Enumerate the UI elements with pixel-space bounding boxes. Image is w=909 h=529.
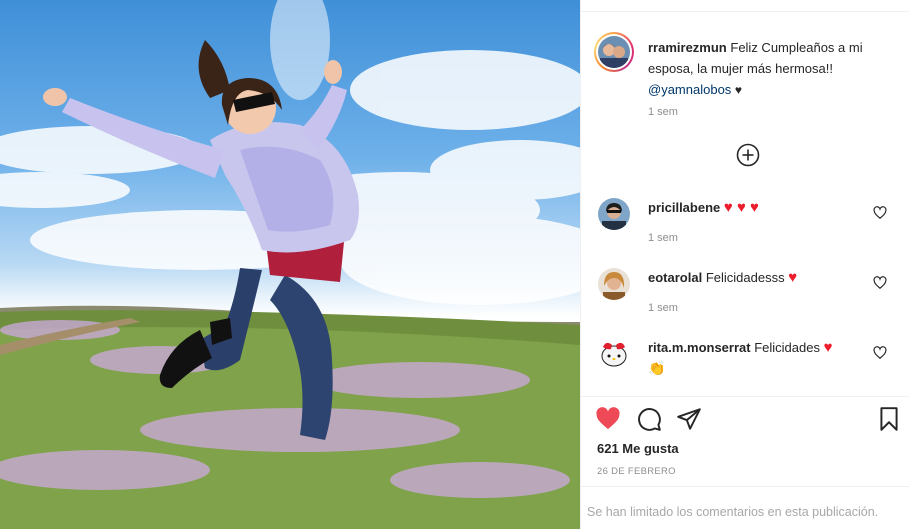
- red-heart-emoji: ♥: [788, 269, 798, 286]
- comment-heart-icon[interactable]: [873, 276, 887, 290]
- photo-illustration: [0, 0, 580, 529]
- bookmark-icon[interactable]: [876, 406, 902, 432]
- comment-item: eotarolal Felicidadesss ♥: [648, 267, 868, 288]
- comment-heart-icon[interactable]: [873, 346, 887, 360]
- red-heart-emoji: ♥: [823, 339, 833, 356]
- comment-item: rita.m.monserrat Felicidades ♥ 👏: [648, 337, 868, 379]
- header-divider: [581, 11, 909, 12]
- red-heart-emoji: ♥ ♥ ♥: [723, 199, 759, 216]
- comment-username[interactable]: pricillabene: [648, 200, 720, 215]
- comment-time[interactable]: 1 sem: [648, 302, 678, 314]
- post-caption: rramirezmun Feliz Cumpleaños a mi esposa…: [648, 37, 898, 101]
- post-photo[interactable]: [0, 0, 580, 529]
- paper-plane-icon[interactable]: [676, 406, 702, 432]
- comment-icon[interactable]: [636, 406, 662, 432]
- commenter-avatar[interactable]: [598, 198, 630, 230]
- caption-mention[interactable]: @yamnalobos: [648, 82, 731, 97]
- post-date[interactable]: 26 DE FEBRERO: [597, 466, 676, 477]
- comment-time[interactable]: 1 sem: [648, 232, 678, 244]
- comment-heart-icon[interactable]: [873, 206, 887, 220]
- footer-divider: [581, 486, 909, 487]
- author-avatar: [598, 36, 630, 68]
- plus-circle-icon[interactable]: [736, 143, 760, 167]
- heart-filled-icon[interactable]: [595, 406, 621, 432]
- comments-limited-notice: Se han limitado los comentarios en esta …: [587, 505, 879, 519]
- comment-username[interactable]: rita.m.monserrat: [648, 340, 751, 355]
- comment-text: Felicidades: [754, 340, 820, 355]
- post-side-panel: rramirezmun Feliz Cumpleaños a mi esposa…: [580, 0, 909, 529]
- comment-text: Felicidadesss: [705, 270, 785, 285]
- caption-username[interactable]: rramirezmun: [648, 40, 727, 55]
- caption-time[interactable]: 1 sem: [648, 106, 678, 118]
- author-avatar-story-ring[interactable]: [594, 32, 634, 72]
- comment-username[interactable]: eotarolal: [648, 270, 702, 285]
- comment-item: pricillabene ♥ ♥ ♥: [648, 197, 868, 218]
- black-heart-emoji: ♥: [734, 83, 743, 97]
- clapping-hands-emoji: 👏: [648, 360, 666, 376]
- likes-count[interactable]: 621 Me gusta: [597, 441, 679, 456]
- commenter-avatar[interactable]: [598, 338, 630, 370]
- actions-divider: [581, 396, 909, 397]
- commenter-avatar[interactable]: [598, 268, 630, 300]
